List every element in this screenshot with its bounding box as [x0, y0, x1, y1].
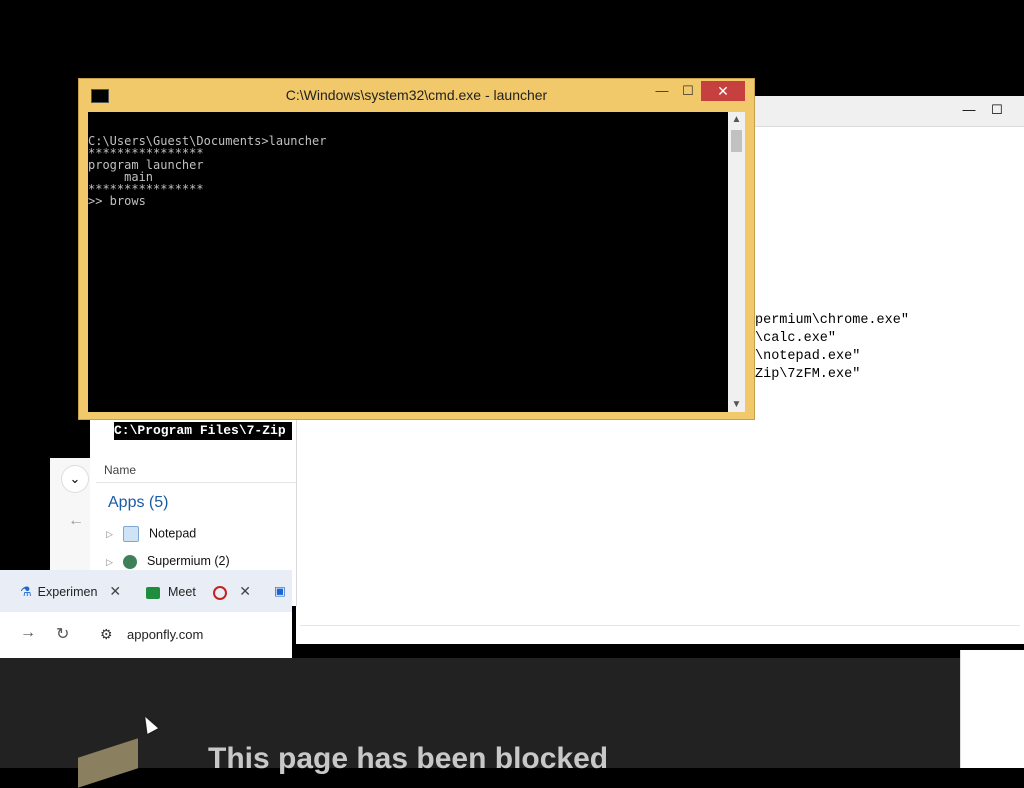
text-line: \notepad.exe"	[755, 349, 861, 364]
close-icon[interactable]: ✕	[109, 583, 121, 599]
side-panel	[960, 650, 1024, 768]
tab-experiments[interactable]: ⚗ Experimen ✕	[20, 576, 121, 606]
tab-label: Meet	[168, 585, 196, 599]
background-minimize-button[interactable]: —	[956, 100, 982, 120]
reload-icon[interactable]: ↻	[56, 624, 69, 644]
console-output[interactable]: C:\Users\Guest\Documents>launcher ******…	[88, 112, 728, 412]
meet-icon	[146, 586, 160, 599]
list-item-label: Notepad	[148, 526, 197, 541]
browser-toolbar: → ↻ ⚙ apponfly.com	[0, 612, 292, 659]
flask-icon: ⚗	[20, 584, 32, 599]
console-text: C:\Users\Guest\Documents>launcher ******…	[88, 123, 326, 207]
forward-icon[interactable]: →	[20, 624, 36, 642]
group-header-apps[interactable]: Apps (5)	[108, 494, 168, 512]
recording-icon	[213, 585, 228, 600]
blocked-illustration	[78, 738, 138, 788]
cmd-titlebar[interactable]: C:\Windows\system32\cmd.exe - launcher —…	[79, 79, 754, 109]
url-text: apponfly.com	[127, 627, 204, 642]
cmd-window: C:\Windows\system32\cmd.exe - launcher —…	[78, 78, 755, 420]
tab-app-icon: ▣	[274, 584, 286, 598]
path-text: C:\Program Files\7-Zip	[114, 423, 286, 438]
browser-sidebar: ⌄ ←	[50, 458, 91, 570]
tab-label: Experimen	[37, 585, 98, 599]
browser-tab-strip: ⚗ Experimen ✕ Meet ✕ ▣	[0, 570, 292, 612]
vertical-scrollbar[interactable]: ▲ ▼	[728, 112, 745, 412]
chevron-down-icon[interactable]: ⌄	[62, 466, 88, 492]
text-line: Zip\7zFM.exe"	[755, 367, 861, 382]
list-item[interactable]: ▷ Supermium (2)	[106, 554, 230, 569]
address-bar[interactable]: ⚙ apponfly.com	[92, 620, 288, 650]
close-button[interactable]: ✕	[701, 81, 745, 101]
scroll-up-icon[interactable]: ▲	[730, 114, 743, 125]
text-line: \calc.exe"	[755, 331, 837, 346]
maximize-button[interactable]: ☐	[675, 81, 701, 101]
column-header-name[interactable]: Name	[104, 463, 136, 477]
list-item[interactable]: ▷ Notepad	[106, 526, 196, 542]
site-info-icon[interactable]: ⚙	[100, 626, 113, 643]
minimize-button[interactable]: —	[649, 81, 675, 101]
blocked-heading: This page has been blocked	[208, 742, 609, 775]
notepad-icon	[123, 526, 140, 542]
expand-arrow-icon[interactable]: ▷	[106, 557, 120, 568]
tab-overflow[interactable]: ▣	[274, 576, 286, 606]
horizontal-scrollbar[interactable]	[300, 625, 1020, 640]
path-bar: C:\Program Files\7-Zip	[114, 422, 292, 440]
console-prompt: >> brows	[88, 194, 146, 208]
tab-meet[interactable]: Meet ✕	[146, 576, 251, 606]
list-item-label: Supermium (2)	[146, 554, 230, 568]
back-arrow-icon[interactable]: ←	[68, 512, 84, 530]
expand-arrow-icon[interactable]: ▷	[106, 529, 120, 540]
background-maximize-button[interactable]: ☐	[984, 100, 1010, 120]
blocked-page: This page has been blocked	[0, 658, 960, 788]
scroll-thumb[interactable]	[731, 130, 742, 152]
text-line: permium\chrome.exe"	[755, 313, 909, 328]
supermium-icon	[123, 554, 138, 569]
divider	[96, 482, 296, 483]
close-icon[interactable]: ✕	[239, 583, 251, 599]
scroll-down-icon[interactable]: ▼	[730, 399, 743, 410]
